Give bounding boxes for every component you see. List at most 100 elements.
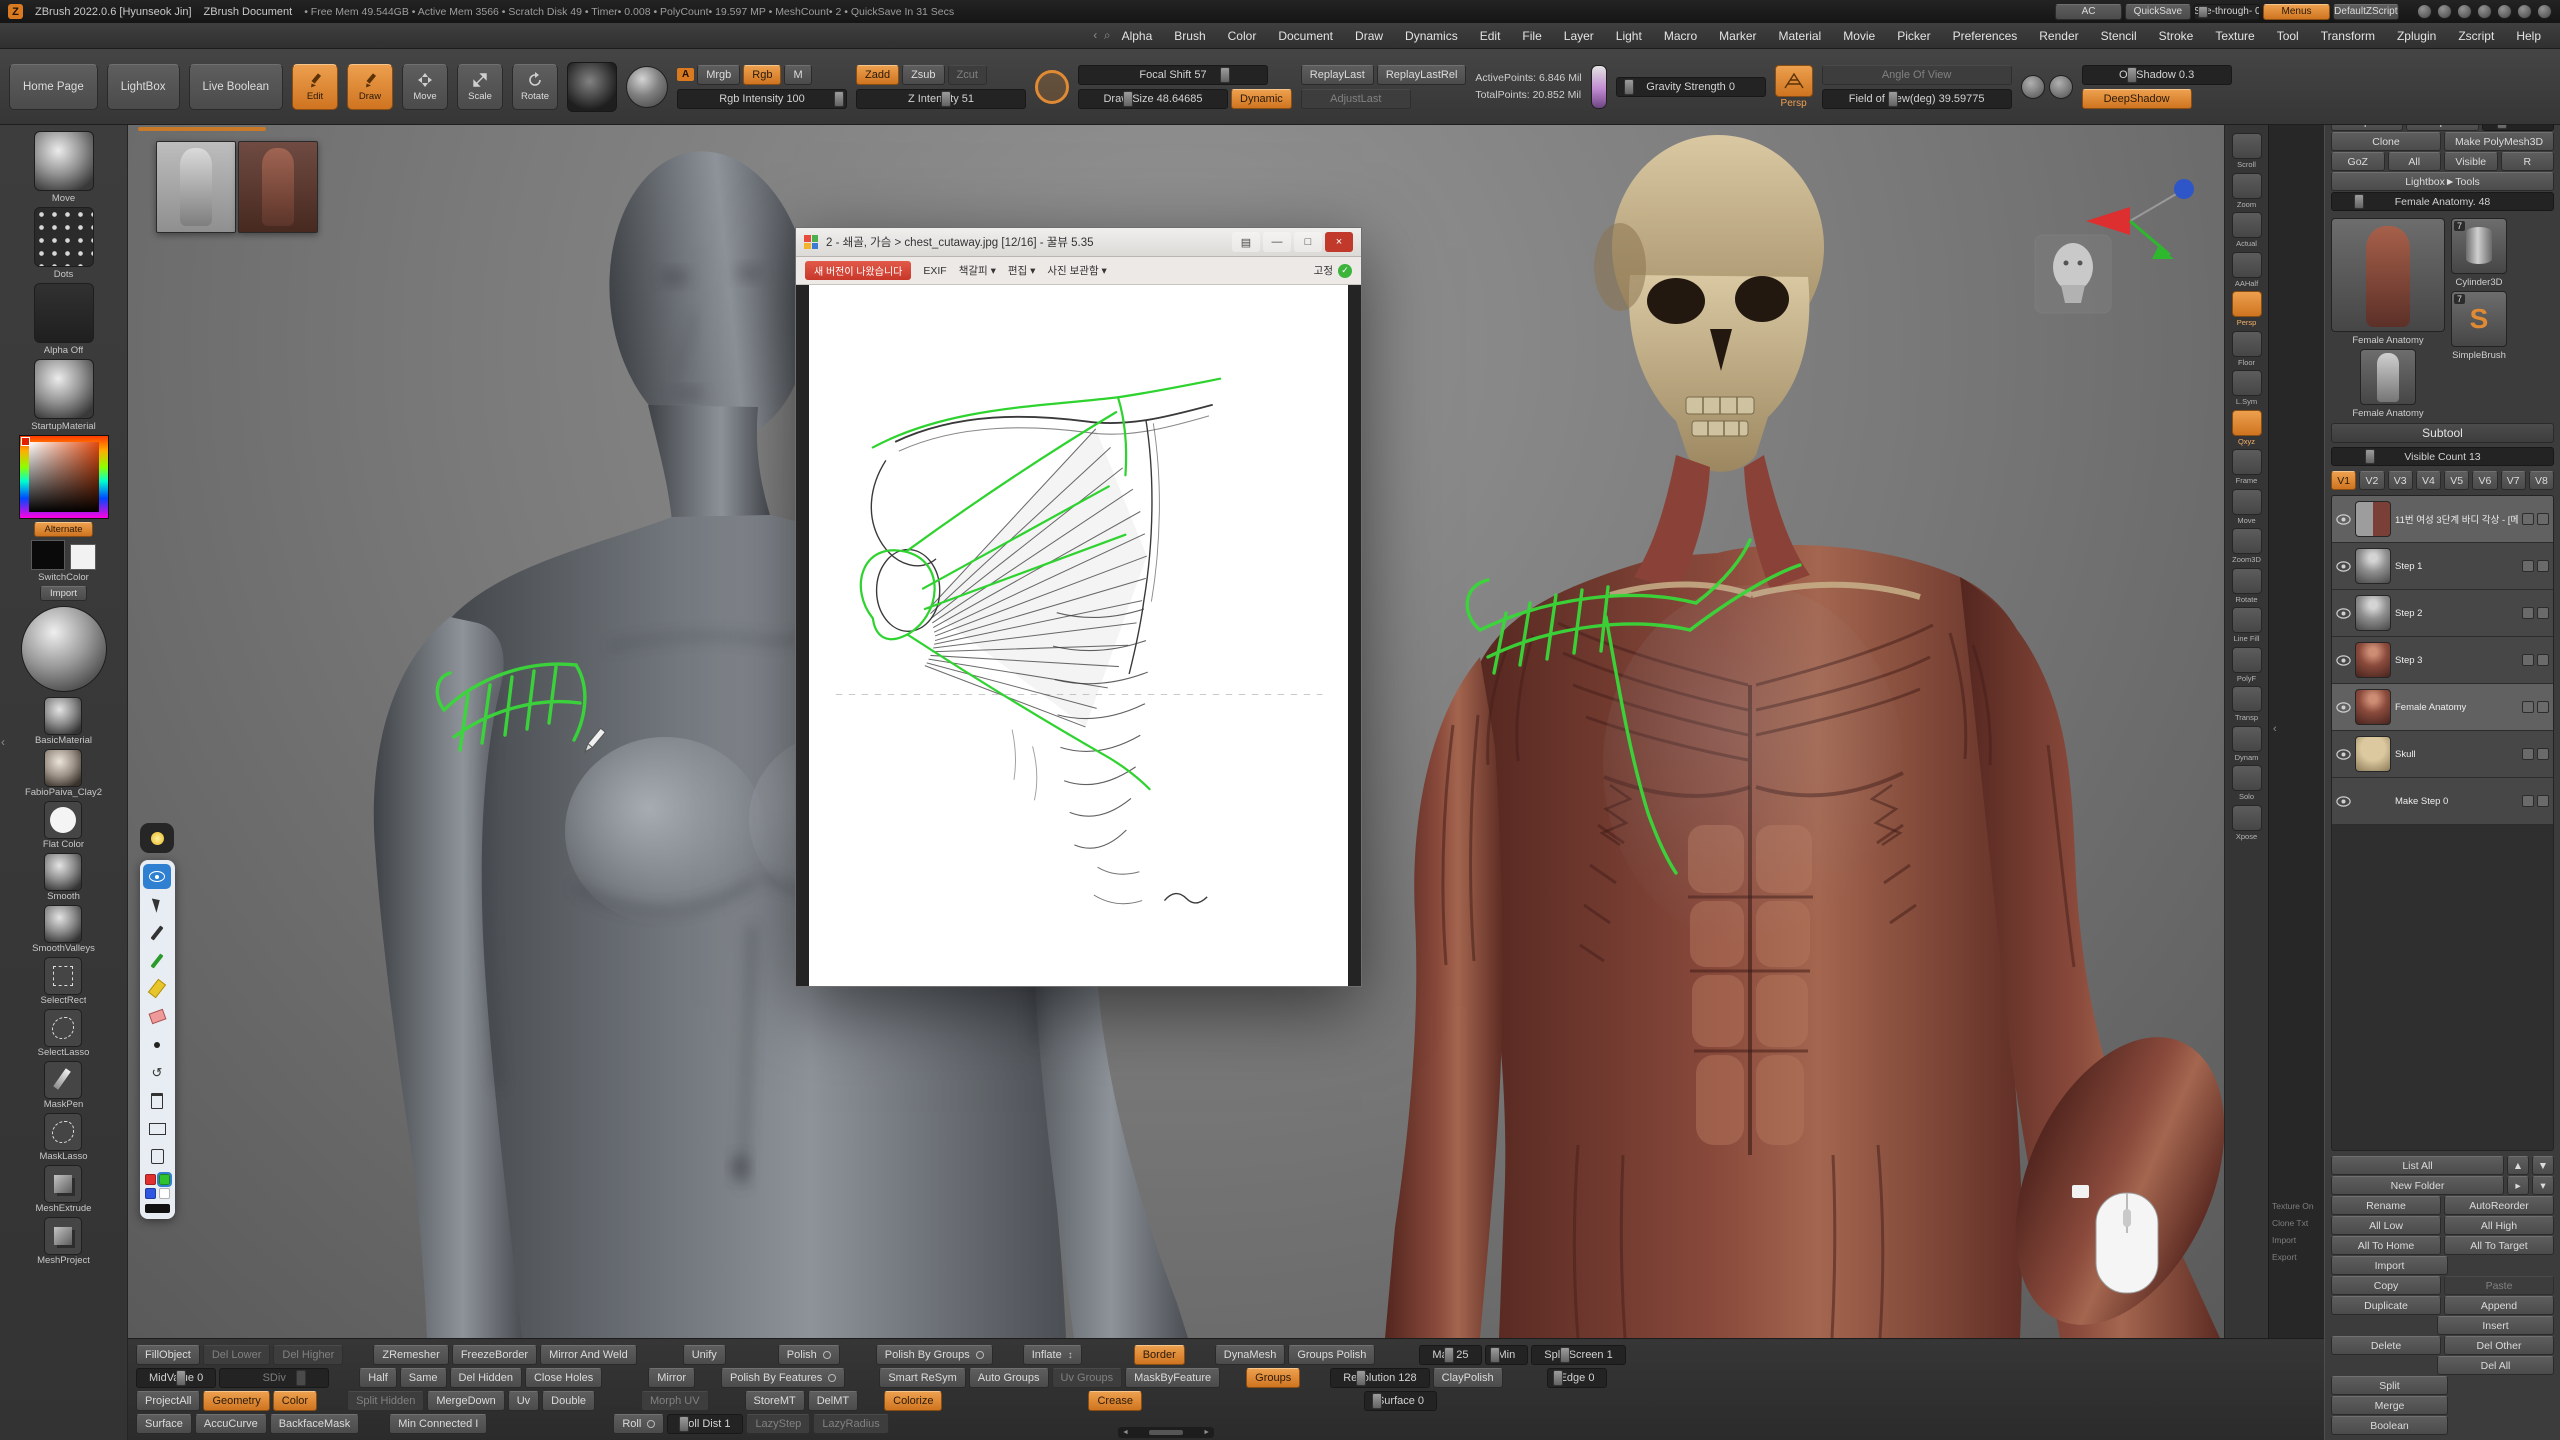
subtool-row[interactable]: Step 1 bbox=[2332, 543, 2553, 590]
uv-button[interactable]: Uv bbox=[508, 1391, 539, 1411]
quick-pick-item[interactable]: Flat Color bbox=[43, 801, 84, 850]
menu-item[interactable]: File bbox=[1511, 23, 1552, 48]
right-shelf-button[interactable]: Transp bbox=[2232, 686, 2262, 722]
quick-pick-thumbnail[interactable] bbox=[44, 1217, 82, 1255]
right-shelf-icon[interactable] bbox=[2232, 607, 2262, 633]
tool-thumbnail-female-anatomy-gray[interactable] bbox=[2360, 349, 2416, 405]
del-higher-button[interactable]: Del Higher bbox=[273, 1345, 343, 1365]
subtool-mini-icons[interactable] bbox=[2522, 701, 2549, 713]
right-shelf-button[interactable]: Solo bbox=[2232, 765, 2262, 801]
quick-pick-thumbnail[interactable] bbox=[44, 1113, 82, 1151]
menu-item[interactable]: Preferences bbox=[1942, 23, 2029, 48]
append-button[interactable]: Append bbox=[2444, 1296, 2554, 1315]
subtool-mini-icons[interactable] bbox=[2522, 654, 2549, 666]
maximize-button[interactable]: □ bbox=[1294, 232, 1322, 252]
rgb-intensity-slider[interactable]: Rgb Intensity 100 bbox=[677, 89, 847, 109]
draw-size-slider[interactable]: Draw Size 48.64685 bbox=[1078, 89, 1228, 109]
lazyradius-button[interactable]: LazyRadius bbox=[813, 1414, 888, 1434]
right-shelf-icon[interactable] bbox=[2232, 291, 2262, 317]
blue-swatch[interactable] bbox=[145, 1188, 156, 1199]
scroll-left-icon[interactable]: ◄ bbox=[1122, 1429, 1129, 1436]
menu-item[interactable]: Stencil bbox=[2090, 23, 2148, 48]
perspective-icon[interactable] bbox=[1775, 65, 1813, 97]
visibility-eye-icon[interactable] bbox=[2336, 796, 2351, 807]
import-color-button[interactable]: Import bbox=[40, 586, 87, 601]
pen-tool-button[interactable] bbox=[143, 920, 171, 945]
menu-item[interactable]: Layer bbox=[1553, 23, 1605, 48]
menu-item[interactable]: Brush bbox=[1163, 23, 1216, 48]
v5-button[interactable]: V5 bbox=[2444, 471, 2469, 490]
reference-thumbnail-ecorche[interactable] bbox=[238, 141, 318, 233]
subtool-mini-icons[interactable] bbox=[2522, 513, 2549, 525]
alpha-slot[interactable] bbox=[34, 283, 94, 343]
midvalue-0-slider[interactable]: MidValue 0 bbox=[136, 1368, 216, 1388]
resolution-128-slider[interactable]: Resolution 128 bbox=[1330, 1368, 1429, 1388]
quick-pick-thumbnail[interactable] bbox=[44, 697, 82, 735]
quick-pick-thumbnail[interactable] bbox=[44, 801, 82, 839]
delmt-button[interactable]: DelMT bbox=[808, 1391, 858, 1411]
menu-item[interactable]: Help bbox=[2505, 23, 2552, 48]
edit-button[interactable]: Edit bbox=[292, 64, 338, 110]
item-button[interactable]: ▲ bbox=[2507, 1156, 2529, 1175]
subtool-thumbnail[interactable] bbox=[2355, 595, 2391, 631]
menu-item[interactable]: Draw bbox=[1344, 23, 1394, 48]
quick-pick-item[interactable]: Smooth bbox=[44, 853, 82, 902]
objshadow-icon[interactable] bbox=[2021, 75, 2045, 99]
make-polymesh3d-button[interactable]: Make PolyMesh3D bbox=[2444, 132, 2554, 151]
border-button[interactable]: Border bbox=[1134, 1345, 1185, 1365]
objshadow-slider[interactable]: ObjShadow 0.3 bbox=[2082, 65, 2232, 85]
subtool-mini-icons[interactable] bbox=[2522, 748, 2549, 760]
ac-button[interactable]: AC bbox=[2055, 4, 2121, 20]
field-of-view-slider[interactable]: Field of view(deg) 39.59775 bbox=[1822, 89, 2012, 109]
menu-item[interactable]: Tool bbox=[2266, 23, 2310, 48]
right-shelf-icon[interactable] bbox=[2232, 489, 2262, 515]
visibility-eye-icon[interactable] bbox=[2336, 608, 2351, 619]
quick-pick-thumbnail[interactable] bbox=[44, 957, 82, 995]
split-button[interactable]: Split bbox=[2331, 1376, 2448, 1395]
menu-item[interactable]: Document bbox=[1267, 23, 1344, 48]
mirror-and-weld-button[interactable]: Mirror And Weld bbox=[540, 1345, 637, 1365]
scale-button[interactable]: Scale bbox=[457, 64, 503, 110]
subtool-row[interactable]: Female Anatomy bbox=[2332, 684, 2553, 731]
item-button[interactable]: ▼ bbox=[2532, 1156, 2554, 1175]
geometry-button[interactable]: Geometry bbox=[203, 1391, 269, 1411]
power-icon[interactable] bbox=[2537, 4, 2552, 19]
claypolish-button[interactable]: ClayPolish bbox=[1433, 1368, 1503, 1388]
lightbox-button[interactable]: LightBox bbox=[107, 64, 180, 110]
quick-pick-thumbnail[interactable] bbox=[44, 853, 82, 891]
replay-last-button[interactable]: ReplayLast bbox=[1301, 65, 1374, 85]
tray-resize-handle[interactable]: ‹ bbox=[2273, 723, 2277, 735]
texture-mini-label[interactable]: Import bbox=[2272, 1235, 2324, 1245]
menu-item[interactable]: Marker bbox=[1708, 23, 1767, 48]
green-pen-tool-button[interactable] bbox=[143, 948, 171, 973]
material-slot[interactable] bbox=[34, 359, 94, 419]
right-shelf-icon[interactable] bbox=[2232, 252, 2262, 278]
tool-thumbnail-simplebrush[interactable]: 7 S bbox=[2451, 291, 2507, 347]
goz-button[interactable]: GoZ bbox=[2331, 152, 2385, 171]
polish-by-groups-button[interactable]: Polish By Groups bbox=[876, 1345, 993, 1365]
zcut-button[interactable]: Zcut bbox=[948, 65, 987, 85]
black-swatch[interactable] bbox=[145, 1204, 170, 1213]
right-shelf-button[interactable]: Rotate bbox=[2232, 568, 2262, 604]
menu-item[interactable]: Alpha bbox=[1111, 23, 1164, 48]
reference-thumbnail-sculpt[interactable] bbox=[156, 141, 236, 233]
right-shelf-icon[interactable] bbox=[2232, 568, 2262, 594]
right-shelf-icon[interactable] bbox=[2232, 331, 2262, 357]
close-button[interactable]: × bbox=[1325, 232, 1353, 252]
menu-item[interactable]: Picker bbox=[1886, 23, 1941, 48]
color-button[interactable]: Color bbox=[273, 1391, 317, 1411]
texture-mini-label[interactable]: Export bbox=[2272, 1252, 2324, 1262]
all-high-button[interactable]: All High bbox=[2444, 1216, 2554, 1235]
right-shelf-icon[interactable] bbox=[2232, 528, 2262, 554]
quick-pick-item[interactable]: MeshExtrude bbox=[36, 1165, 92, 1214]
polish-by-features-button[interactable]: Polish By Features bbox=[721, 1368, 845, 1388]
adjust-last-button[interactable]: AdjustLast bbox=[1301, 89, 1411, 109]
all-to-home-button[interactable]: All To Home bbox=[2331, 1236, 2441, 1255]
right-shelf-icon[interactable] bbox=[2232, 765, 2262, 791]
exif-button[interactable]: EXIF bbox=[923, 265, 946, 277]
right-shelf-button[interactable]: Scroll bbox=[2232, 133, 2262, 169]
right-shelf-button[interactable]: Move bbox=[2232, 489, 2262, 525]
pin-label[interactable]: 고정 bbox=[1314, 263, 1333, 278]
split-screen-1-slider[interactable]: Split Screen 1 bbox=[1531, 1345, 1625, 1365]
right-shelf-button[interactable]: Xpose bbox=[2232, 805, 2262, 841]
